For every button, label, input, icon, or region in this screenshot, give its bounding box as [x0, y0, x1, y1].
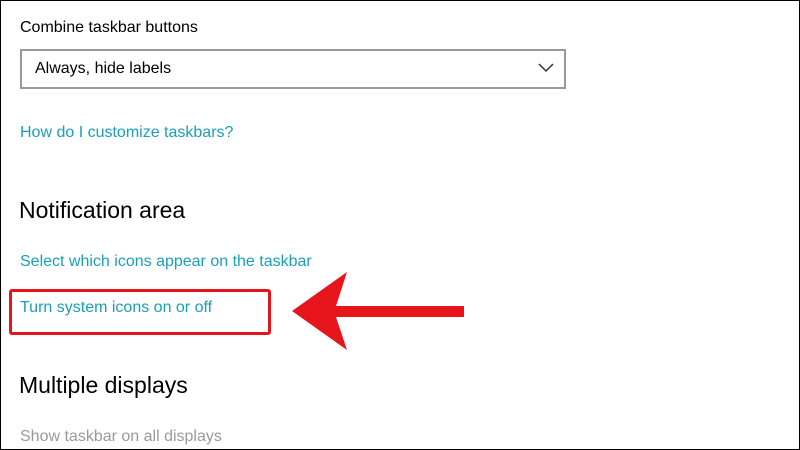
- dropdown-selected-value: Always, hide labels: [35, 60, 172, 77]
- multiple-displays-heading: Multiple displays: [19, 372, 188, 398]
- arrow-left-icon: [292, 272, 464, 350]
- customize-taskbars-link[interactable]: How do I customize taskbars?: [20, 124, 233, 142]
- annotation-highlight-box: [9, 289, 271, 335]
- combine-taskbar-label: Combine taskbar buttons: [20, 19, 198, 36]
- select-icons-link[interactable]: Select which icons appear on the taskbar: [20, 253, 312, 271]
- show-taskbar-all-displays-label: Show taskbar on all displays: [20, 428, 222, 445]
- chevron-down-icon: [538, 63, 554, 73]
- notification-area-heading: Notification area: [19, 197, 186, 223]
- combine-taskbar-dropdown[interactable]: Always, hide labels: [20, 49, 566, 89]
